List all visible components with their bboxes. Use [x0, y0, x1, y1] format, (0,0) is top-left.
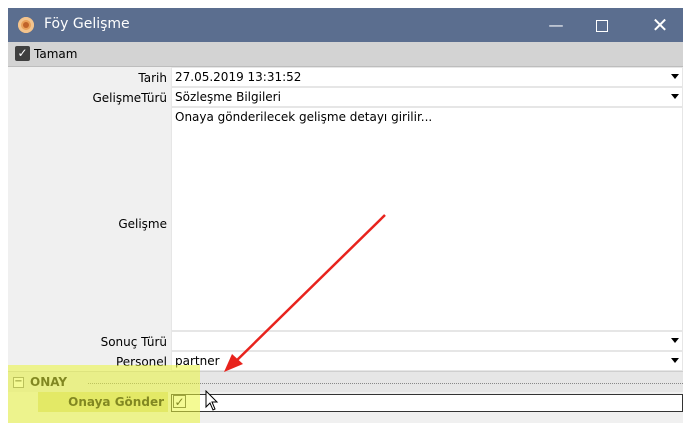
type-field[interactable]: Sözleşme Bilgileri — [171, 87, 683, 107]
date-value: 27.05.2019 13:31:52 — [175, 70, 302, 84]
app-icon — [18, 17, 34, 33]
close-button[interactable]: ✕ — [637, 8, 683, 42]
close-icon: ✕ — [651, 13, 669, 37]
send-approval-checkbox[interactable]: ✓ — [173, 395, 186, 408]
minimize-button[interactable]: — — [533, 8, 579, 42]
date-field[interactable]: 27.05.2019 13:31:52 — [171, 67, 683, 87]
section-divider — [88, 383, 683, 384]
collapse-icon[interactable]: − — [13, 377, 24, 388]
send-approval-label: Onaya Gönder — [38, 392, 168, 412]
result-label: Sonuç Türü — [100, 335, 167, 349]
staff-field[interactable]: partner — [171, 351, 683, 371]
window-title: Föy Gelişme — [44, 16, 130, 32]
type-label: GelişmeTürü — [92, 91, 167, 105]
send-approval-row: Onaya Gönder ✓ — [8, 392, 683, 414]
maximize-button[interactable] — [579, 8, 625, 42]
maximize-icon — [596, 19, 608, 32]
chevron-down-icon[interactable] — [671, 338, 679, 343]
toolbar: ✓ Tamam — [8, 42, 683, 67]
mouse-cursor-icon — [205, 390, 219, 411]
approval-section-header[interactable]: − ONAY — [8, 371, 683, 392]
minimize-icon: — — [548, 16, 564, 34]
type-value: Sözleşme Bilgileri — [175, 90, 281, 104]
ok-button[interactable]: Tamam — [34, 47, 77, 61]
checkmark-icon[interactable]: ✓ — [15, 46, 30, 61]
section-title: ONAY — [30, 375, 68, 389]
date-label: Tarih — [138, 71, 167, 85]
title-bar[interactable]: Föy Gelişme — ✕ — [8, 8, 683, 42]
dialog-window: Föy Gelişme — ✕ ✓ Tamam Tarih 27.05.2019… — [8, 8, 683, 423]
chevron-down-icon[interactable] — [671, 74, 679, 79]
detail-textarea[interactable]: Onaya gönderilecek gelişme detayı girili… — [171, 107, 683, 331]
send-approval-field[interactable] — [171, 394, 683, 412]
staff-value: partner — [175, 354, 220, 368]
staff-label: Personel — [115, 355, 167, 369]
chevron-down-icon[interactable] — [671, 358, 679, 363]
detail-text: Onaya gönderilecek gelişme detayı girili… — [175, 110, 433, 124]
form: Tarih 27.05.2019 13:31:52 GelişmeTürü Sö… — [8, 67, 683, 423]
result-field[interactable] — [171, 331, 683, 351]
detail-label: Gelişme — [118, 217, 167, 231]
chevron-down-icon[interactable] — [671, 94, 679, 99]
